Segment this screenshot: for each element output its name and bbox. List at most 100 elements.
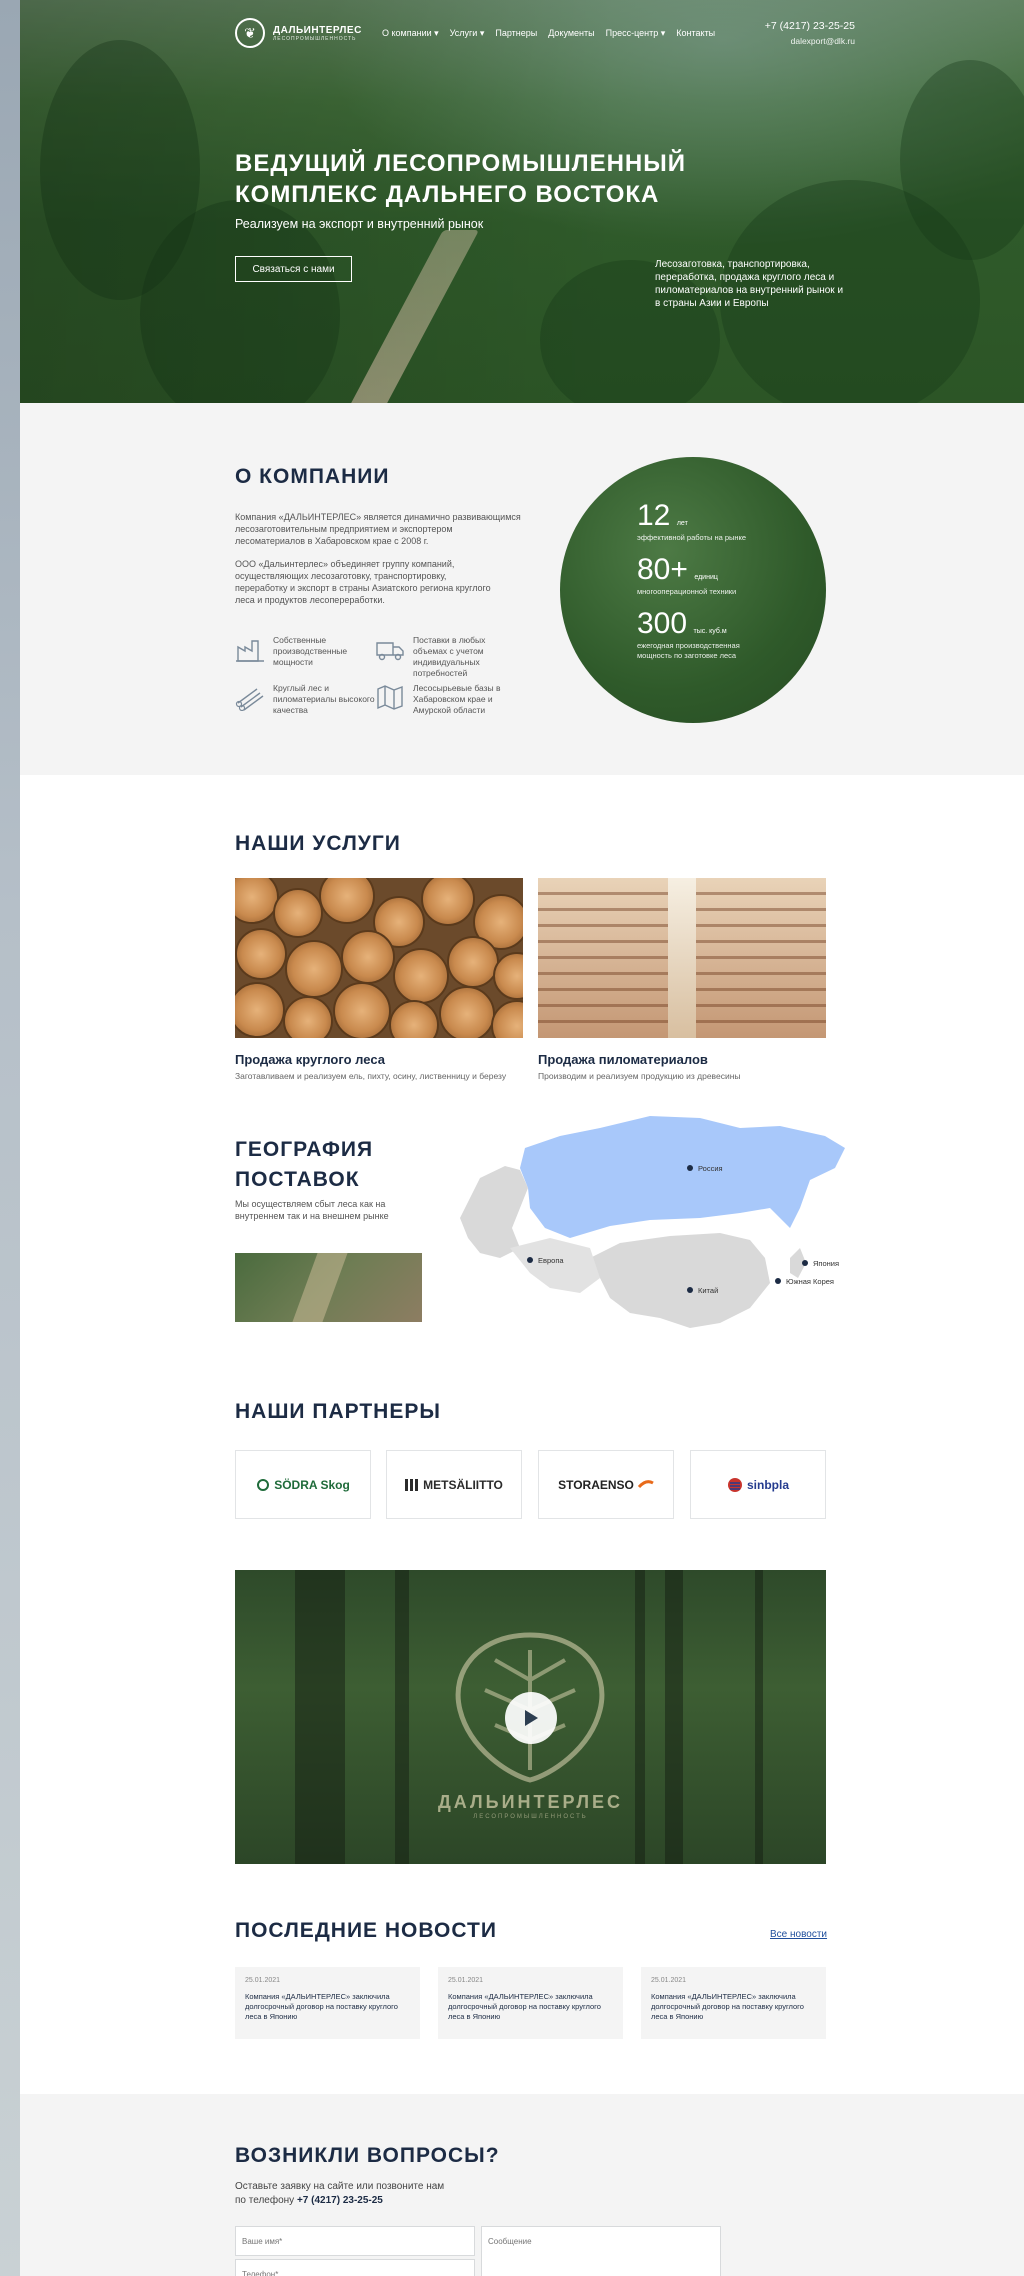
service-desc-round-timber: Заготавливаем и реализуем ель, пихту, ос… <box>235 1071 507 1081</box>
news-title: ПОСЛЕДНИЕ НОВОСТИ <box>235 1919 497 1942</box>
feature-text: Поставки в любых объемах с учетом индиви… <box>413 635 486 678</box>
questions-section: ВОЗНИКЛИ ВОПРОСЫ? Оставьте заявку на сай… <box>20 2094 1024 2276</box>
stat-value: 12 <box>637 499 671 532</box>
feature-item: Собственные производственные мощности <box>235 635 375 668</box>
page: ❦ ДАЛЬИНТЕРЛЕС ЛЕСОПРОМЫШЛЕННОСТЬ О комп… <box>20 0 1024 2276</box>
feature-item: Лесосырьевые базы в Хабаровском крае и А… <box>375 683 515 716</box>
questions-phone[interactable]: +7 (4217) 23-25-25 <box>297 2195 383 2206</box>
services-title: НАШИ УСЛУГИ <box>235 832 401 855</box>
partner-card-metsaliitto[interactable]: METSÄLIITTO <box>386 1450 522 1519</box>
menu-item-services[interactable]: Услуги ▾ <box>450 28 485 39</box>
service-title-lumber[interactable]: Продажа пиломатериалов <box>538 1052 708 1067</box>
marker-europe <box>527 1257 533 1263</box>
about-paragraph-2: ООО «Дальинтерлес» объединяет группу ком… <box>235 559 491 605</box>
partner-name: SÖDRA Skog <box>274 1477 350 1492</box>
map-china <box>590 1233 770 1328</box>
menu: О компании ▾ Услуги ▾ Партнеры Документы… <box>382 28 715 39</box>
menu-item-contacts[interactable]: Контакты <box>676 28 715 39</box>
feature-item: Круглый лес и пиломатериалы высокого кач… <box>235 683 375 716</box>
stat-desc: многооперационной техники <box>637 587 737 596</box>
label-europe: Европа <box>538 1256 564 1265</box>
news-text: Компания «ДАЛЬИНТЕРЛЕС» заключила долгос… <box>448 1992 601 2021</box>
map-central-asia <box>510 1238 600 1293</box>
map-europe <box>460 1166 528 1258</box>
hero-side-text: Лесозаготовка, транспортировка, перерабо… <box>655 259 844 309</box>
questions-desc: Оставьте заявку на сайте или позвоните н… <box>235 2180 445 2208</box>
stats-circle: 12 лет эффективной работы на рынке 80+ е… <box>560 457 826 723</box>
stat-value: 300 <box>637 607 688 640</box>
feature-text: Собственные производственные мощности <box>273 635 348 667</box>
label-korea: Южная Корея <box>786 1277 834 1286</box>
sinbpla-logo-icon <box>727 1477 742 1492</box>
questions-title: ВОЗНИКЛИ ВОПРОСЫ? <box>235 2144 500 2167</box>
about-section: О КОМПАНИИ Компания «ДАЛЬИНТЕРЛЕС» являе… <box>20 403 1024 775</box>
news-date: 25.01.2021 <box>245 1977 281 1984</box>
menu-item-documents[interactable]: Документы <box>548 28 594 39</box>
lumber-image[interactable] <box>538 878 826 1038</box>
news-text: Компания «ДАЛЬИНТЕРЛЕС» заключила долгос… <box>245 1992 398 2021</box>
geography-desc: Мы осуществляем сбыт леса как на внутрен… <box>235 1199 389 1221</box>
marker-korea <box>775 1278 781 1284</box>
play-icon <box>525 1710 538 1726</box>
partner-card-sodra[interactable]: SÖDRA Skog <box>235 1450 371 1519</box>
map-icon <box>377 685 403 710</box>
hero-subtitle: Реализуем на экспорт и внутренний рынок <box>235 217 484 231</box>
play-button[interactable] <box>505 1692 557 1744</box>
header-email[interactable]: dalexport@dlk.ru <box>765 36 855 46</box>
name-field[interactable] <box>235 2226 475 2256</box>
header-contacts: +7 (4217) 23-25-25 dalexport@dlk.ru <box>765 20 855 46</box>
news-card[interactable]: 25.01.2021 Компания «ДАЛЬИНТЕРЛЕС» заклю… <box>438 1967 623 2039</box>
label-china: Китай <box>698 1286 718 1295</box>
partner-card-sinbpla[interactable]: sinbpla <box>690 1450 826 1519</box>
feature-item: Поставки в любых объемах с учетом индиви… <box>375 635 515 679</box>
promo-video[interactable]: ДАЛЬИНТЕРЛЕС ЛЕСОПРОМЫШЛЕННОСТЬ <box>235 1570 826 1864</box>
feature-text: Круглый лес и пиломатериалы высокого кач… <box>273 683 375 715</box>
news-card[interactable]: 25.01.2021 Компания «ДАЛЬИНТЕРЛЕС» заклю… <box>641 1967 826 2039</box>
truck-icon <box>376 642 404 661</box>
message-field[interactable] <box>481 2226 721 2276</box>
video-tagline: ЛЕСОПРОМЫШЛЕННОСТЬ <box>473 1814 588 1820</box>
news-date: 25.01.2021 <box>651 1977 687 1984</box>
stat-desc: эффективной работы на рынке <box>637 533 747 542</box>
marker-russia <box>687 1165 693 1171</box>
menu-item-press[interactable]: Пресс-центр ▾ <box>606 28 666 39</box>
stat-unit: тыс. куб.м <box>693 628 727 635</box>
partner-card-storaenso[interactable]: STORAENSO <box>538 1450 674 1519</box>
logo[interactable]: ❦ ДАЛЬИНТЕРЛЕС ЛЕСОПРОМЫШЛЕННОСТЬ <box>235 18 380 48</box>
partners-title: НАШИ ПАРТНЕРЫ <box>235 1400 441 1423</box>
logo-tagline: ЛЕСОПРОМЫШЛЕННОСТЬ <box>273 35 357 42</box>
hero-section: ❦ ДАЛЬИНТЕРЛЕС ЛЕСОПРОМЫШЛЕННОСТЬ О комп… <box>20 0 1024 403</box>
partner-name: STORAENSO <box>558 1477 634 1492</box>
factory-icon <box>236 640 264 662</box>
timber-truck-photo <box>235 1253 422 1322</box>
partner-name: sinbpla <box>746 1477 789 1492</box>
contact-us-button[interactable]: Связаться с нами <box>235 256 352 282</box>
marker-china <box>687 1287 693 1293</box>
logs-icon <box>235 688 264 711</box>
round-timber-image[interactable] <box>235 878 523 1038</box>
menu-item-about[interactable]: О компании ▾ <box>382 28 439 39</box>
stat-years: 12 лет эффективной работы на рынке <box>637 499 746 543</box>
stat-machines: 80+ единиц многооперационной техники <box>637 553 736 597</box>
video-brand: ДАЛЬИНТЕРЛЕС <box>437 1792 624 1812</box>
phone-field[interactable] <box>235 2259 475 2276</box>
supply-map: Россия Европа Китай Япония Южная Корея <box>460 1116 845 1328</box>
menu-item-partners[interactable]: Партнеры <box>495 28 537 39</box>
geography-title: ГЕОГРАФИЯ ПОСТАВОК <box>235 1138 374 1191</box>
news-card[interactable]: 25.01.2021 Компания «ДАЛЬИНТЕРЛЕС» заклю… <box>235 1967 420 2039</box>
service-title-round-timber[interactable]: Продажа круглого леса <box>235 1052 385 1067</box>
map-russia <box>520 1116 845 1238</box>
stat-unit: единиц <box>694 574 718 581</box>
about-title: О КОМПАНИИ <box>235 465 390 488</box>
stat-unit: лет <box>676 520 688 527</box>
label-russia: Россия <box>698 1164 723 1173</box>
sodra-logo-icon <box>257 1478 270 1491</box>
storaenso-logo-icon <box>637 1479 654 1488</box>
stat-value: 80+ <box>637 553 688 586</box>
stat-capacity: 300 тыс. куб.м ежегодная производственна… <box>637 607 767 661</box>
marker-japan <box>802 1260 808 1266</box>
all-news-link[interactable]: Все новости <box>770 1929 827 1940</box>
logo-name: ДАЛЬИНТЕРЛЕС <box>273 24 362 36</box>
metsaliitto-logo-icon <box>405 1478 419 1491</box>
header-phone[interactable]: +7 (4217) 23-25-25 <box>765 20 855 32</box>
